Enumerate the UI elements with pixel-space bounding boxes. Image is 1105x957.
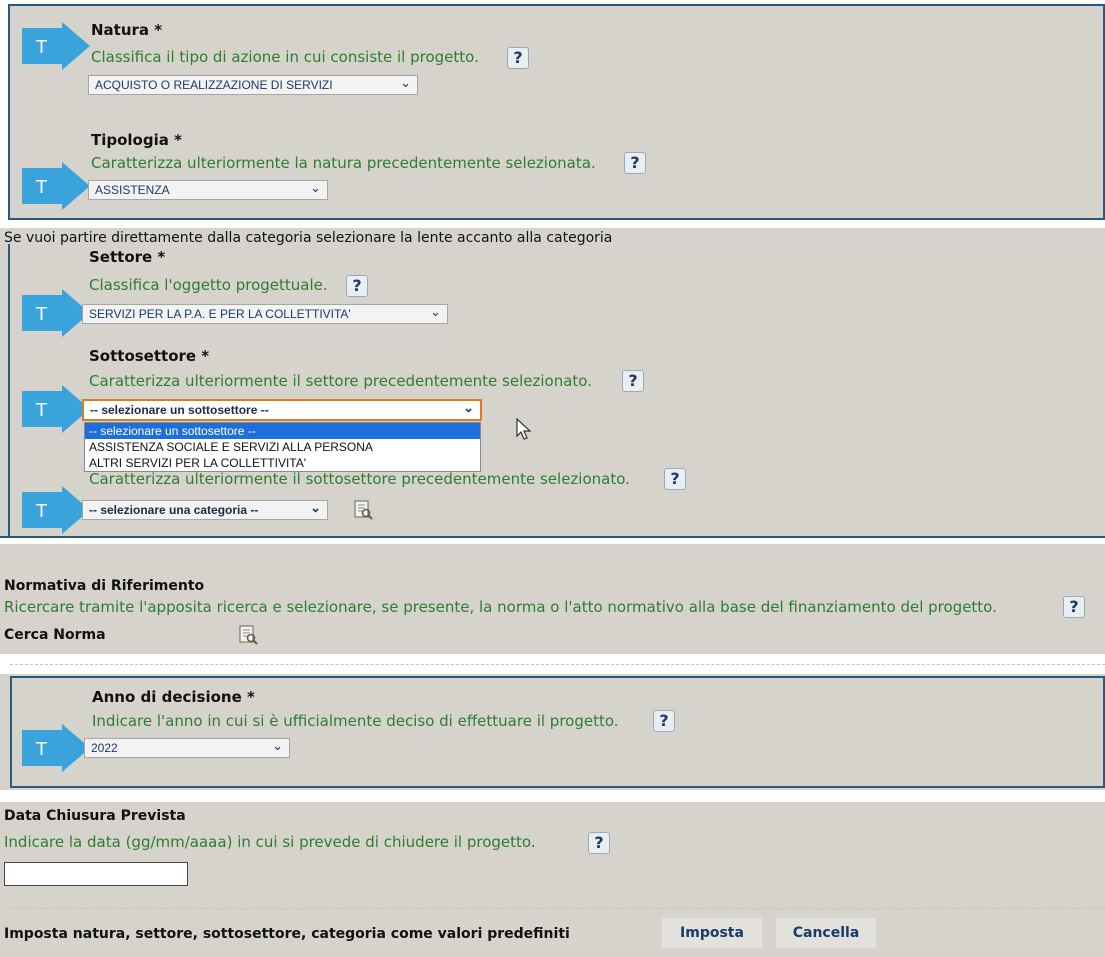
data-chiusura-desc: Indicare la data (gg/mm/aaaa) in cui si …: [4, 833, 536, 851]
t-arrow-icon: T: [22, 385, 90, 433]
anno-select-value: 2022: [91, 741, 118, 755]
categoria-select-value: -- selezionare una categoria --: [89, 503, 259, 517]
anno-select[interactable]: 2022 ⌄: [84, 738, 290, 758]
settore-help-icon[interactable]: ?: [346, 275, 368, 297]
natura-select[interactable]: ACQUISTO O REALIZZAZIONE DI SERVIZI ⌄: [88, 75, 418, 95]
anno-help-icon[interactable]: ?: [653, 710, 675, 732]
categoria-help-icon[interactable]: ?: [664, 468, 686, 490]
normativa-desc: Ricercare tramite l'apposita ricerca e s…: [4, 598, 997, 616]
sottosettore-option[interactable]: ALTRI SERVIZI PER LA COLLETTIVITA': [85, 455, 480, 471]
tipologia-label: Tipologia *: [91, 131, 182, 149]
sottosettore-dropdown-list: -- selezionare un sottosettore -- ASSIST…: [84, 422, 481, 472]
categoria-select[interactable]: -- selezionare una categoria -- ⌄: [82, 500, 328, 520]
separator-band: [0, 790, 1105, 802]
settore-select-value: SERVIZI PER LA P.A. E PER LA COLLETTIVIT…: [89, 307, 351, 321]
t-glyph: T: [35, 304, 48, 325]
imposta-button[interactable]: Imposta: [662, 918, 762, 948]
tipologia-select[interactable]: ASSISTENZA ⌄: [88, 180, 328, 200]
settore-label: Settore *: [89, 248, 166, 266]
sottosettore-option[interactable]: -- selezionare un sottosettore --: [85, 423, 480, 439]
chevron-down-icon: ⌄: [430, 304, 441, 319]
data-chiusura-help-icon[interactable]: ?: [588, 832, 610, 854]
anno-desc: Indicare l'anno in cui si è ufficialment…: [92, 712, 619, 730]
lente-search-icon[interactable]: [352, 499, 374, 521]
chevron-down-icon: ⌄: [310, 180, 321, 195]
sottosettore-option[interactable]: ASSISTENZA SOCIALE E SERVIZI ALLA PERSON…: [85, 439, 480, 455]
t-glyph: T: [35, 177, 48, 198]
data-chiusura-input[interactable]: [4, 862, 188, 886]
chevron-down-icon: ⌄: [463, 400, 474, 415]
settore-desc: Classifica l'oggetto progettuale.: [89, 276, 328, 294]
t-glyph: T: [35, 37, 48, 58]
natura-select-value: ACQUISTO O REALIZZAZIONE DI SERVIZI: [95, 78, 333, 92]
t-arrow-icon: T: [22, 162, 90, 210]
chevron-down-icon: ⌄: [400, 75, 411, 90]
sottosettore-desc: Caratterizza ulteriormente il settore pr…: [89, 372, 592, 390]
data-chiusura-label: Data Chiusura Prevista: [4, 808, 186, 824]
settore-left-border: [8, 244, 10, 538]
t-glyph: T: [35, 400, 48, 421]
dashed-divider: [10, 664, 1105, 665]
t-arrow-icon: T: [22, 486, 90, 534]
sottosettore-select[interactable]: -- selezionare un sottosettore -- ⌄: [82, 399, 482, 421]
normativa-help-icon[interactable]: ?: [1063, 596, 1085, 618]
tipologia-select-value: ASSISTENZA: [95, 183, 170, 197]
t-arrow-icon: T: [22, 22, 90, 70]
tipologia-desc: Caratterizza ulteriormente la natura pre…: [91, 154, 596, 172]
normativa-label: Normativa di Riferimento: [4, 578, 205, 594]
settore-select[interactable]: SERVIZI PER LA P.A. E PER LA COLLETTIVIT…: [82, 304, 448, 324]
sottosettore-label: Sottosettore *: [89, 347, 210, 365]
natura-desc: Classifica il tipo di azione in cui cons…: [91, 48, 479, 66]
chevron-down-icon: ⌄: [310, 500, 321, 515]
sottosettore-select-value: -- selezionare un sottosettore --: [90, 403, 269, 417]
natura-label: Natura *: [91, 21, 163, 39]
categoria-desc: Caratterizza ulteriormente il sottosetto…: [89, 470, 630, 488]
tipologia-help-icon[interactable]: ?: [624, 152, 646, 174]
natura-help-icon[interactable]: ?: [507, 47, 529, 69]
mouse-cursor-icon: [516, 418, 532, 440]
sottosettore-help-icon[interactable]: ?: [622, 370, 644, 392]
anno-label: Anno di decisione *: [92, 688, 255, 706]
cerca-norma-search-icon[interactable]: [237, 624, 259, 646]
dashed-divider: [10, 908, 1105, 909]
cerca-norma-label: Cerca Norma: [4, 627, 106, 643]
t-glyph: T: [35, 501, 48, 522]
t-arrow-icon: T: [22, 724, 90, 772]
footer-label: Imposta natura, settore, sottosettore, c…: [4, 926, 570, 942]
t-glyph: T: [35, 739, 48, 760]
chevron-down-icon: ⌄: [272, 738, 283, 753]
cancella-button[interactable]: Cancella: [776, 918, 876, 948]
t-arrow-icon: T: [22, 289, 90, 337]
hint-lente: Se vuoi partire direttamente dalla categ…: [4, 230, 613, 246]
